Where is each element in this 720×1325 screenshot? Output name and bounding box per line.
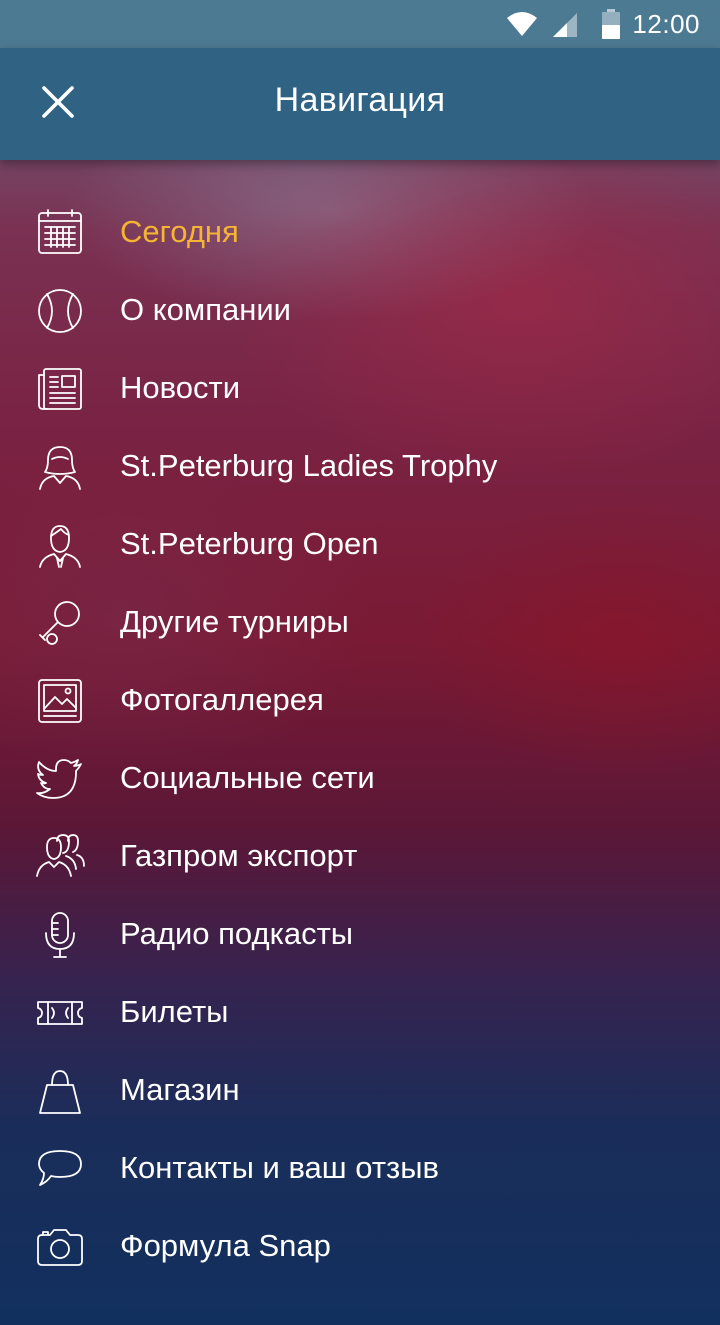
menu-item-label: О компании <box>120 292 291 327</box>
menu-item-label: Контакты и ваш отзыв <box>120 1150 440 1185</box>
menu-item-ladies-trophy[interactable]: St.Peterburg Ladies Trophy <box>0 428 720 506</box>
menu-item-label: Социальные сети <box>120 760 375 795</box>
menu-item-label: Новости <box>120 370 241 405</box>
menu-item-label: Другие турниры <box>120 604 349 639</box>
menu-item-tickets[interactable]: Билеты <box>0 974 720 1052</box>
status-bar: 12:00 <box>0 0 720 48</box>
menu-item-formula-snap[interactable]: Формула Snap <box>0 1208 720 1286</box>
menu-item-social[interactable]: Социальные сети <box>0 740 720 818</box>
menu-item-gazprom-export[interactable]: Газпром экспорт <box>0 818 720 896</box>
camera-icon <box>34 1223 86 1271</box>
menu-item-label: Сегодня <box>120 214 239 249</box>
menu-item-tournaments[interactable]: Другие турниры <box>0 584 720 662</box>
tennis-ball-icon <box>34 287 86 335</box>
menu-item-today[interactable]: Сегодня <box>0 194 720 272</box>
menu-item-open[interactable]: St.Peterburg Open <box>0 506 720 584</box>
menu-item-news[interactable]: Новости <box>0 350 720 428</box>
signal-icon <box>552 12 578 43</box>
man-icon <box>34 521 86 569</box>
menu-item-contacts[interactable]: Контакты и ваш отзыв <box>0 1130 720 1208</box>
newspaper-icon <box>34 365 86 413</box>
app-bar: Навигация <box>0 48 720 160</box>
speech-bubble-icon <box>34 1145 86 1193</box>
menu-item-photo-gallery[interactable]: Фотогаллерея <box>0 662 720 740</box>
menu-item-label: Формула Snap <box>120 1228 331 1263</box>
menu-item-label: Фотогаллерея <box>120 682 324 717</box>
battery-icon <box>602 9 620 44</box>
menu-item-label: Радио подкасты <box>120 916 354 951</box>
people-group-icon <box>34 833 86 881</box>
menu-item-label: Магазин <box>120 1072 240 1107</box>
navigation-menu: Сегодня О компании Новости St.Peterburg … <box>0 194 720 1286</box>
shopping-bag-icon <box>34 1067 86 1115</box>
twitter-bird-icon <box>34 755 86 803</box>
microphone-icon <box>34 911 86 959</box>
menu-item-label: St.Peterburg Ladies Trophy <box>120 448 498 483</box>
menu-item-radio-podcasts[interactable]: Радио подкасты <box>0 896 720 974</box>
page-title: Навигация <box>274 81 446 119</box>
tennis-racket-icon <box>34 599 86 647</box>
menu-item-label: Билеты <box>120 994 229 1029</box>
woman-icon <box>34 443 86 491</box>
status-time: 12:00 <box>632 9 700 39</box>
photo-gallery-icon <box>34 677 86 725</box>
ticket-icon <box>34 989 86 1037</box>
wifi-icon <box>506 10 538 43</box>
menu-item-label: Газпром экспорт <box>120 838 358 873</box>
menu-item-label: St.Peterburg Open <box>120 526 379 561</box>
menu-item-about[interactable]: О компании <box>0 272 720 350</box>
menu-item-shop[interactable]: Магазин <box>0 1052 720 1130</box>
calendar-icon <box>34 209 86 257</box>
